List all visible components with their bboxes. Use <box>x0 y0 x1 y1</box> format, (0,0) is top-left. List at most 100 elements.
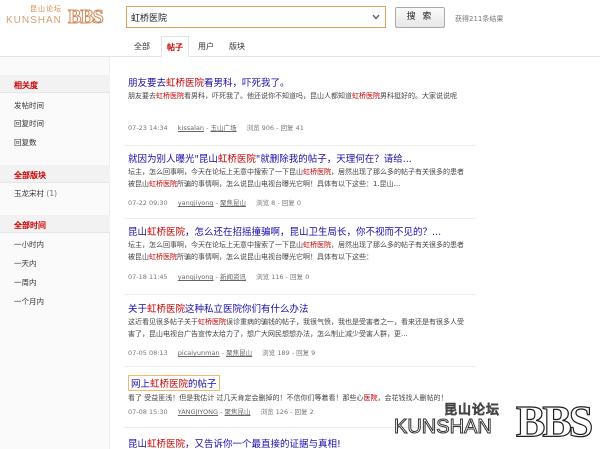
result-title-text: 昆山 <box>128 439 148 449</box>
result-title-link[interactable]: 就因为别人曝光"昆山虹桥医院"就删除我的帖子，天理何在？请给... <box>128 151 412 165</box>
result-meta: 07-22 09:30 yangjiyong - 聚焦昆山 浏览 8 - 回复 … <box>128 199 301 207</box>
result-title-link[interactable]: 昆山虹桥医院，又告诉你一个最直接的证据与真相! <box>128 436 341 449</box>
result-title-text: 看男科，吓死我了。 <box>204 78 290 89</box>
snippet-highlight: 虹桥医院 <box>352 92 380 100</box>
result-count: 获得211条结果 <box>455 15 504 23</box>
result-date: 07-22 09:30 <box>128 199 168 207</box>
snippet-highlight: 虹桥医院 <box>303 168 331 176</box>
snippet-highlight: 虹桥医院 <box>149 253 177 261</box>
result-date: 07-05 08:13 <box>128 349 168 357</box>
result-title-text: "就删除我的帖子，天理何在？请给... <box>255 154 412 165</box>
result-date: 07-08 15:30 <box>128 408 168 416</box>
result-title-link[interactable]: 关于虹桥医院这种私立医院你们有什么办法 <box>128 301 309 315</box>
result-board-link[interactable]: 新闻资讯 <box>220 273 246 281</box>
time-one-day[interactable]: 一天内 <box>14 258 37 269</box>
result-snippet: 朋友要去虹桥医院看男科，吓死我了。他还说你不知道吗，昆山人都知道虹桥医院男科挺好… <box>128 90 468 102</box>
sort-post-time[interactable]: 发帖时间 <box>14 100 44 111</box>
result-stats: 浏览 8 - 回复 0 <box>256 199 301 207</box>
result-title-highlight: 虹桥医院 <box>147 304 186 315</box>
result-author-link[interactable]: kissalan <box>178 124 204 132</box>
result-meta: 07-23 14:34 kissalan - 玉山广场 浏览 906 - 回复 … <box>128 124 304 132</box>
logo-en-text: KUNSHAN <box>6 15 62 26</box>
time-one-week[interactable]: 一周内 <box>14 277 37 288</box>
search-input[interactable] <box>131 10 367 24</box>
boards-heading[interactable]: 全部版块 <box>0 165 110 183</box>
snippet-text: 所骗的事情啊，怎么说昆山电视台曝光它啊！具体有以下这些： <box>177 253 373 261</box>
result-stats: 浏览 116 - 回复 0 <box>256 273 310 281</box>
snippet-highlight: 虹桥医院 <box>198 318 226 326</box>
result-meta: 07-18 11:45 yangjiyong - 新闻资讯 浏览 116 - 回… <box>128 273 310 281</box>
header: 昆山论坛 KUNSHAN BBS 搜 索 获得211条结果 <box>0 0 600 36</box>
snippet-text: 所骗的事情啊，怎么说昆山电视台曝光它啊！具体有以下这些：1.昆山... <box>177 180 401 188</box>
result-title-text: ，怎么还在招摇撞骗啊，昆山卫生局长，你不视而不见的？... <box>185 227 442 238</box>
result-author-link[interactable]: yangjiyong <box>178 273 214 281</box>
board-filter-label: 玉龙宋村 <box>14 189 44 198</box>
board-filter-count: (1) <box>46 189 58 198</box>
result-title-text: 的帖子 <box>188 379 217 390</box>
result-title-text: 就因为别人曝光"昆山 <box>128 154 218 165</box>
result-title-highlight: 虹桥医院 <box>147 227 186 238</box>
sort-reply-time[interactable]: 回复时间 <box>14 118 44 129</box>
site-logo[interactable]: 昆山论坛 KUNSHAN BBS <box>4 4 116 32</box>
search-box <box>126 6 386 28</box>
tab-bar: 全部 帖子 用户 版块 <box>0 36 600 57</box>
result-title-link[interactable]: 朋友要去虹桥医院看男科，吓死我了。 <box>128 75 290 89</box>
result-board-link[interactable]: 聚焦昆山 <box>220 199 246 207</box>
result-title-link[interactable]: 昆山虹桥医院，怎么还在招摇撞骗啊，昆山卫生局长，你不视而不见的？... <box>128 224 441 238</box>
result-divider <box>124 294 476 295</box>
result-author-link[interactable]: picaiyunman <box>178 349 220 357</box>
result-date: 07-23 14:34 <box>128 124 168 132</box>
tab-boards[interactable]: 版块 <box>229 41 245 52</box>
result-title-text: 昆山 <box>128 227 148 238</box>
result-title-text: ，又告诉你一个最直接的证据与真相! <box>185 439 341 449</box>
tab-users[interactable]: 用户 <box>198 41 214 52</box>
result-stats: 浏览 126 - 回复 2 <box>260 408 314 416</box>
time-one-hour[interactable]: 一小时内 <box>14 239 44 250</box>
result-title-link[interactable]: 网上虹桥医院的帖子 <box>128 375 220 391</box>
result-title-text: 朋友要去 <box>128 78 167 89</box>
result-board-link[interactable]: 聚焦昆山 <box>226 349 252 357</box>
result-divider <box>124 145 476 146</box>
result-stats: 浏览 189 - 回复 9 <box>262 349 316 357</box>
snippet-text: 这近看见很多帖子关于 <box>128 318 198 326</box>
result-divider <box>124 218 476 219</box>
sort-relevance-heading[interactable]: 相关度 <box>0 75 110 93</box>
snippet-highlight: 虹桥医院 <box>149 180 177 188</box>
logo-cn-text: 昆山论坛 <box>30 5 62 13</box>
tab-posts[interactable]: 帖子 <box>161 36 189 57</box>
result-stats: 浏览 906 - 回复 41 <box>246 124 304 132</box>
search-button[interactable]: 搜 索 <box>395 7 445 28</box>
time-heading[interactable]: 全部时间 <box>0 215 110 233</box>
snippet-text: 看了 受益匪浅！但是我估计 过几天肯定会删掉的！不信你们等着看！那些心 <box>128 394 364 402</box>
snippet-highlight: 医院 <box>363 394 378 402</box>
board-filter-item[interactable]: 玉龙宋村 (1) <box>14 188 57 199</box>
result-meta: 07-08 15:30 YANGJIYONG - 聚焦昆山 浏览 126 - 回… <box>128 408 314 416</box>
result-snippet: 这近看见很多帖子关于虹桥医院误诊重病的骗钱的帖子，我很气愤，我也是受害者之一，看… <box>128 316 468 340</box>
result-meta: 07-05 08:13 picaiyunman - 聚焦昆山 浏览 189 - … <box>128 349 316 357</box>
time-one-month[interactable]: 一个月内 <box>14 296 44 307</box>
result-snippet: 坛主，怎么回事啊，今天在论坛上无意中搜索了一下昆山虹桥医院，居然出现了那么多的帖… <box>128 166 468 190</box>
result-board-link[interactable]: 玉山广场 <box>211 124 237 132</box>
snippet-text: 朋友要去 <box>128 92 156 100</box>
watermark-en-text: KUNSHAN <box>394 416 493 439</box>
result-title-highlight: 虹桥医院 <box>150 379 189 390</box>
site-watermark: 昆山论坛 KUNSHAN BBS <box>392 396 597 448</box>
result-title-highlight: 虹桥医院 <box>166 78 205 89</box>
result-title-highlight: 虹桥医院 <box>217 154 256 165</box>
snippet-text: 坛主，怎么回事啊，今天在论坛上无意中搜索了一下昆山 <box>128 168 303 176</box>
result-author-link[interactable]: YANGJIYONG <box>178 408 218 416</box>
snippet-text: 看男科，吓死我了。他还说你不知道吗，昆山人都知道 <box>184 92 352 100</box>
result-snippet: 坛主，怎么回事啊，今天在论坛上无意中搜索了一下昆山虹桥医院，居然出现了那么多的帖… <box>128 239 468 263</box>
result-title-text: 这种私立医院你们有什么办法 <box>185 304 309 315</box>
search-results: 朋友要去虹桥医院看男科，吓死我了。 朋友要去虹桥医院看男科，吓死我了。他还说你不… <box>128 57 598 449</box>
sort-reply-count[interactable]: 回复数 <box>14 137 37 148</box>
result-title-highlight: 虹桥医院 <box>147 439 186 449</box>
tab-all[interactable]: 全部 <box>134 41 150 52</box>
snippet-highlight: 虹桥医院 <box>156 92 184 100</box>
result-title-text: 网上 <box>131 379 151 390</box>
watermark-bbs-text: BBS <box>515 396 593 446</box>
result-board-link[interactable]: 聚焦昆山 <box>225 408 251 416</box>
chevron-down-icon[interactable] <box>371 12 381 22</box>
filter-sidebar: 相关度 发帖时间 回复时间 回复数 全部版块 玉龙宋村 (1) 全部时间 一小时… <box>0 57 110 449</box>
result-author-link[interactable]: yangjiyong <box>178 199 214 207</box>
